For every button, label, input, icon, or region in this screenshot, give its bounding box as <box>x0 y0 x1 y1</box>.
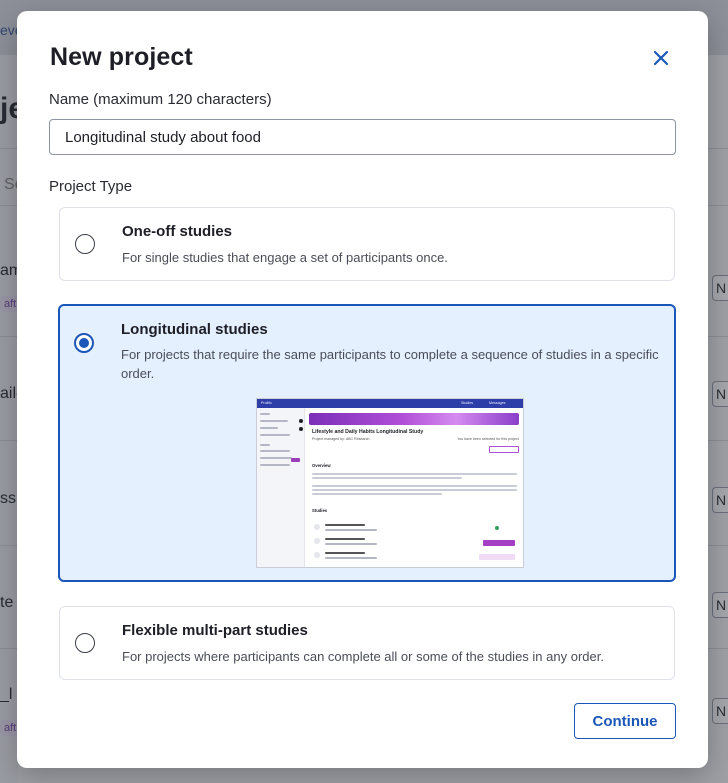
preview-start-button <box>483 540 515 546</box>
option-title: Longitudinal studies <box>121 321 268 338</box>
radio-selected-dot <box>79 338 89 348</box>
preview-title: Lifestyle and Daily Habits Longitudinal … <box>312 429 424 435</box>
preview-nav-tab: Messages <box>489 401 506 405</box>
preview-leave-button <box>489 446 519 453</box>
preview-nav-tab: Studies <box>461 401 473 405</box>
preview-studies-heading: Studies <box>312 508 328 513</box>
option-title: Flexible multi-part studies <box>122 622 308 639</box>
option-title: One-off studies <box>122 223 233 240</box>
option-description: For single studies that engage a set of … <box>122 250 448 265</box>
preview-available-badge <box>479 554 515 560</box>
option-description: For projects where participants can comp… <box>122 649 604 664</box>
preview-sidebar <box>257 408 305 567</box>
radio-one-off[interactable] <box>75 234 95 254</box>
option-flexible-multi-part-studies[interactable]: Flexible multi-part studies For projects… <box>59 606 675 680</box>
longitudinal-preview-image: Prolific Studies Messages Lifestyle and … <box>256 398 524 568</box>
close-button[interactable] <box>650 47 672 69</box>
option-longitudinal-studies[interactable]: Longitudinal studies For projects that r… <box>58 304 676 582</box>
option-description: For projects that require the same parti… <box>121 347 659 381</box>
dialog-title: New project <box>50 43 193 71</box>
project-type-label: Project Type <box>49 178 133 195</box>
preview-topbar: Prolific Studies Messages <box>257 399 523 408</box>
new-project-dialog: New project Name (maximum 120 characters… <box>17 11 708 768</box>
name-label: Name (maximum 120 characters) <box>49 91 272 108</box>
continue-button[interactable]: Continue <box>574 703 676 739</box>
preview-banner <box>309 413 519 425</box>
project-name-input[interactable] <box>49 119 676 155</box>
radio-flexible[interactable] <box>75 633 95 653</box>
close-icon <box>653 50 669 66</box>
preview-invited-note: You have been selected for this project <box>457 437 519 441</box>
preview-organisation: Project managed by: ABC Research <box>312 437 370 441</box>
preview-overview-heading: Overview <box>312 463 331 468</box>
option-one-off-studies[interactable]: One-off studies For single studies that … <box>59 207 675 281</box>
radio-longitudinal[interactable] <box>74 333 94 353</box>
preview-brand: Prolific <box>261 401 272 405</box>
